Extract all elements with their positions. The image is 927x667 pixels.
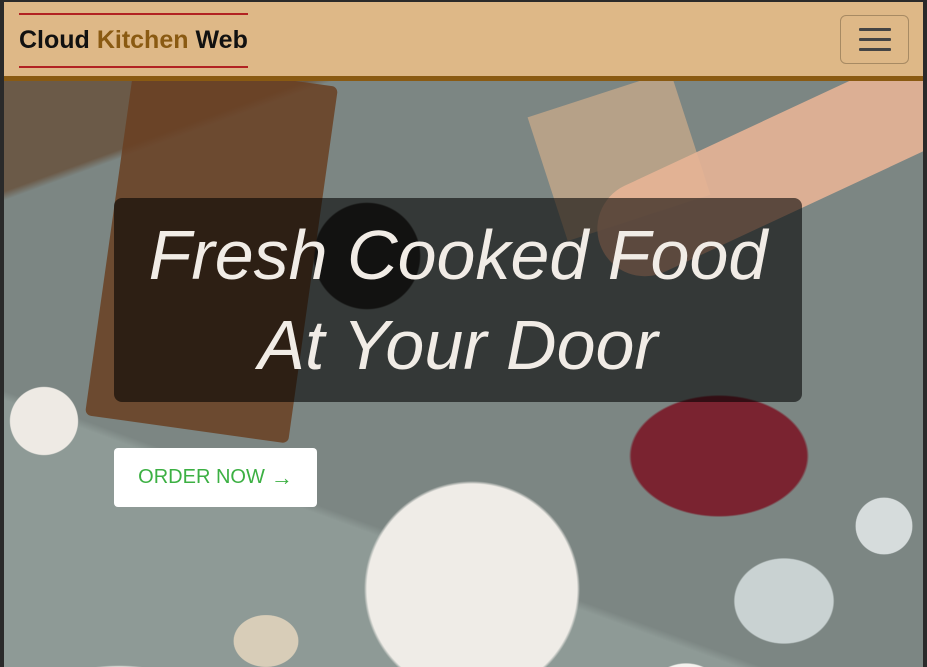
brand-logo[interactable]: Cloud Kitchen Web [19, 13, 248, 68]
navbar: Cloud Kitchen Web [4, 0, 923, 81]
hamburger-menu-icon [858, 48, 891, 51]
order-now-button[interactable]: ORDER NOW → [114, 448, 317, 507]
brand-word-cloud: Cloud [19, 26, 90, 54]
navbar-toggle-button[interactable] [840, 15, 909, 64]
hamburger-menu-icon [858, 28, 891, 31]
order-now-label: ORDER NOW [138, 466, 265, 488]
hero-section: Fresh Cooked Food At Your Door ORDER NOW… [4, 81, 923, 667]
headline-box: Fresh Cooked Food At Your Door [114, 198, 802, 402]
brand-word-kitchen: Kitchen [96, 26, 189, 54]
headline-line-2: At Your Door [258, 306, 658, 384]
brand-word-web: Web [195, 26, 248, 54]
hamburger-menu-icon [858, 38, 891, 41]
headline-line-1: Fresh Cooked Food [148, 216, 768, 294]
arrow-right-icon: → [270, 464, 293, 490]
